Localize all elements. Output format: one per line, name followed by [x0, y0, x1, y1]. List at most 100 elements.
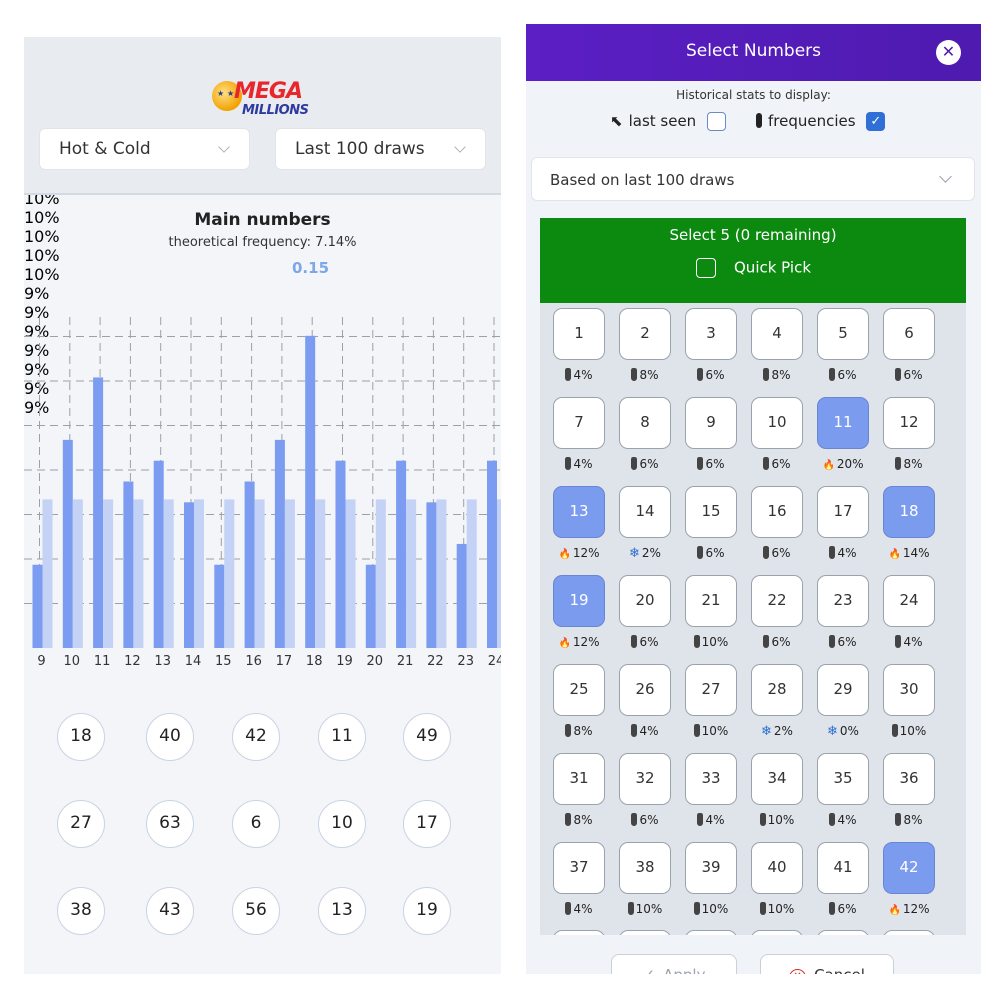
number-grid: 1 4% 2 8% 3 6% 4 8% 5 6% 6 6% 7 4% 8 6% 9 6% 10 6% 11 🔥 20% 12 8… [540, 303, 966, 935]
hot-number-ball[interactable]: 13 [318, 887, 366, 935]
number-12-button[interactable]: 12 [883, 397, 935, 449]
thermometer-icon [631, 368, 638, 381]
number-stat-value: 6% [837, 635, 857, 649]
number-button-partial[interactable] [817, 930, 869, 935]
number-stat-value: 6% [705, 457, 725, 471]
number-24-button[interactable]: 24 [883, 575, 935, 627]
hot-number-ball[interactable]: 38 [57, 887, 105, 935]
number-button-partial[interactable] [685, 930, 737, 935]
number-41-button[interactable]: 41 [817, 842, 869, 894]
hot-number-ball[interactable]: 6 [232, 800, 280, 848]
number-5-button[interactable]: 5 [817, 308, 869, 360]
number-stat-value: 4% [903, 635, 923, 649]
frequencies-toggle[interactable]: frequencies ✓ [756, 112, 886, 131]
number-42-button[interactable]: 42 [883, 842, 935, 894]
stat-type-dropdown[interactable]: Hot & Cold [39, 128, 250, 170]
number-2-button[interactable]: 2 [619, 308, 671, 360]
number-21-button[interactable]: 21 [685, 575, 737, 627]
hot-number-ball[interactable]: 63 [146, 800, 194, 848]
number-17-button[interactable]: 17 [817, 486, 869, 538]
hot-number-ball[interactable]: 10 [318, 800, 366, 848]
number-button-partial[interactable] [883, 930, 935, 935]
number-11-button[interactable]: 11 [817, 397, 869, 449]
number-14-button[interactable]: 14 [619, 486, 671, 538]
number-23-button[interactable]: 23 [817, 575, 869, 627]
hot-number-ball[interactable]: 42 [232, 713, 280, 761]
number-32-button[interactable]: 32 [619, 753, 671, 805]
hot-number-ball[interactable]: 40 [146, 713, 194, 761]
number-7-button[interactable]: 7 [553, 397, 605, 449]
close-icon[interactable]: ✕ [936, 40, 961, 65]
number-3-button[interactable]: 3 [685, 308, 737, 360]
historical-stats-label: Historical stats to display: [676, 88, 831, 102]
last-seen-toggle[interactable]: ⬉ last seen [610, 112, 726, 131]
number-button-partial[interactable] [619, 930, 671, 935]
last-seen-checkbox[interactable] [706, 112, 726, 131]
number-stat: 10% [744, 902, 810, 916]
based-on-dropdown[interactable]: Based on last 100 draws [531, 157, 975, 201]
quick-pick-checkbox[interactable] [696, 258, 716, 278]
number-33-button[interactable]: 33 [685, 753, 737, 805]
number-35-button[interactable]: 35 [817, 753, 869, 805]
number-stat: ❄ 2% [612, 546, 678, 561]
number-28-button[interactable]: 28 [751, 664, 803, 716]
thermometer-icon [631, 724, 638, 737]
snowflake-icon: ❄ [761, 724, 772, 739]
number-10-button[interactable]: 10 [751, 397, 803, 449]
number-30-button[interactable]: 30 [883, 664, 935, 716]
number-38-button[interactable]: 38 [619, 842, 671, 894]
number-8-button[interactable]: 8 [619, 397, 671, 449]
number-29-button[interactable]: 29 [817, 664, 869, 716]
hot-number-ball[interactable]: 49 [403, 713, 451, 761]
number-9-button[interactable]: 9 [685, 397, 737, 449]
number-19-button[interactable]: 19 [553, 575, 605, 627]
number-stat-value: 8% [639, 368, 659, 382]
cancel-button[interactable]: ✕ Cancel [760, 954, 894, 974]
chevron-down-icon [218, 141, 230, 153]
number-1-button[interactable]: 1 [553, 308, 605, 360]
thermometer-icon [565, 368, 572, 381]
number-26-button[interactable]: 26 [619, 664, 671, 716]
number-button-partial[interactable] [553, 930, 605, 935]
apply-button[interactable]: ✓ Apply [611, 954, 737, 974]
number-22-button[interactable]: 22 [751, 575, 803, 627]
number-31-button[interactable]: 31 [553, 753, 605, 805]
quick-pick-label: Quick Pick [734, 258, 811, 277]
hot-number-ball[interactable]: 17 [403, 800, 451, 848]
number-4-button[interactable]: 4 [751, 308, 803, 360]
thermometer-icon [697, 457, 704, 470]
hot-number-ball[interactable]: 11 [318, 713, 366, 761]
number-stat: 6% [810, 902, 876, 916]
x-tick-label: 22 [427, 654, 444, 669]
number-34-button[interactable]: 34 [751, 753, 803, 805]
number-36-button[interactable]: 36 [883, 753, 935, 805]
number-stat-value: 12% [902, 902, 930, 916]
number-stat: 4% [546, 457, 612, 471]
hot-number-ball[interactable]: 43 [146, 887, 194, 935]
number-39-button[interactable]: 39 [685, 842, 737, 894]
number-25-button[interactable]: 25 [553, 664, 605, 716]
thermometer-icon [693, 724, 700, 737]
number-stat: 10% [876, 724, 942, 738]
frequencies-checkbox[interactable]: ✓ [866, 112, 886, 131]
number-16-button[interactable]: 16 [751, 486, 803, 538]
draw-range-dropdown[interactable]: Last 100 draws [275, 128, 486, 170]
number-stat: 6% [612, 457, 678, 471]
number-15-button[interactable]: 15 [685, 486, 737, 538]
bar-theoretical [345, 499, 356, 648]
number-27-button[interactable]: 27 [685, 664, 737, 716]
number-37-button[interactable]: 37 [553, 842, 605, 894]
number-18-button[interactable]: 18 [883, 486, 935, 538]
number-button-partial[interactable] [751, 930, 803, 935]
frequency-bar-chart[interactable]: 9 10 11 12 13 14 15 16 17 18 19 20 21 22 23 24 [24, 307, 501, 687]
number-6-button[interactable]: 6 [883, 308, 935, 360]
hot-number-ball[interactable]: 27 [57, 800, 105, 848]
number-20-button[interactable]: 20 [619, 575, 671, 627]
number-13-button[interactable]: 13 [553, 486, 605, 538]
hot-number-ball[interactable]: 56 [232, 887, 280, 935]
number-stat: 8% [876, 813, 942, 827]
quick-pick-toggle[interactable]: Quick Pick [696, 258, 811, 278]
number-40-button[interactable]: 40 [751, 842, 803, 894]
hot-number-ball[interactable]: 19 [403, 887, 451, 935]
hot-number-ball[interactable]: 18 [57, 713, 105, 761]
